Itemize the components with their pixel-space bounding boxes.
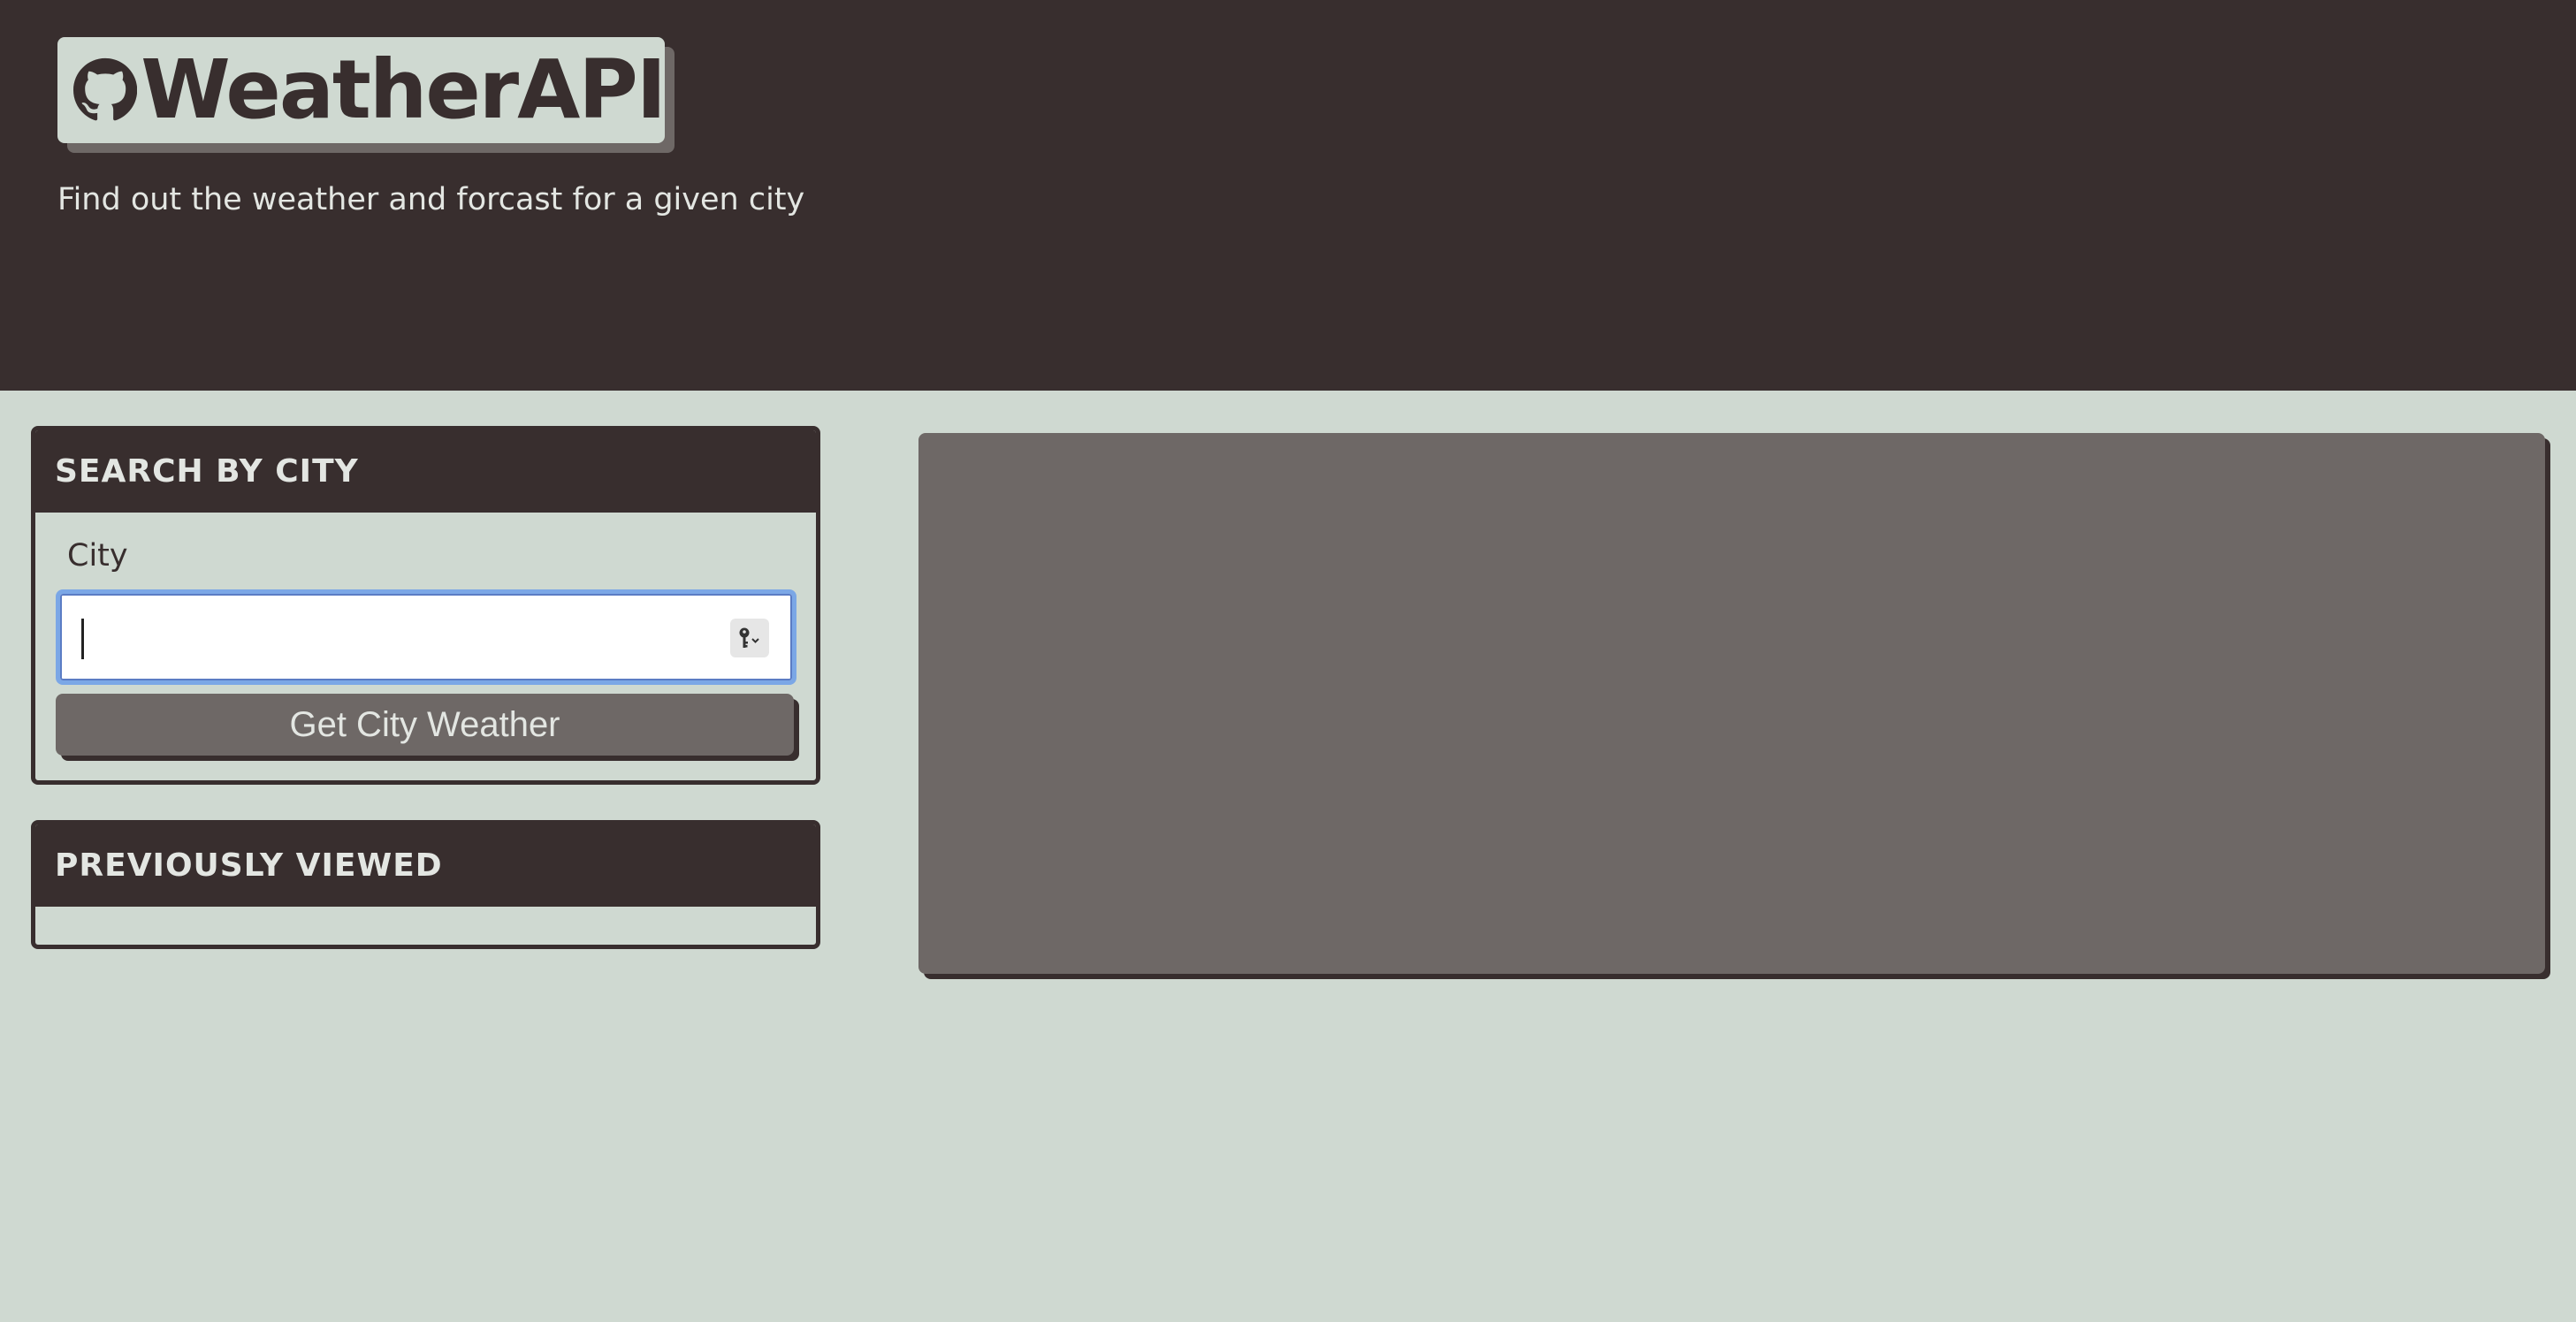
text-caret: [81, 619, 84, 659]
city-label: City: [67, 538, 128, 574]
get-city-weather-button[interactable]: Get City Weather: [56, 694, 794, 756]
key-icon[interactable]: [730, 619, 769, 657]
brand-logo[interactable]: WeatherAPI: [57, 37, 667, 143]
key-dropdown-glyph: [739, 627, 759, 648]
previously-viewed-heading: PREVIOUSLY VIEWED: [35, 824, 816, 907]
search-card-heading: SEARCH BY CITY: [35, 430, 816, 513]
previously-viewed-card: PREVIOUSLY VIEWED: [31, 820, 820, 949]
search-card: SEARCH BY CITY City Get City Weather: [31, 426, 820, 785]
city-input[interactable]: [60, 594, 792, 680]
github-icon: [73, 57, 138, 121]
weather-display-panel: [918, 433, 2545, 974]
page-header: WeatherAPI Find out the weather and forc…: [0, 0, 2576, 391]
city-input-field[interactable]: [56, 589, 796, 685]
brand-title: WeatherAPI: [141, 42, 667, 137]
page-subtitle: Find out the weather and forcast for a g…: [57, 182, 805, 217]
